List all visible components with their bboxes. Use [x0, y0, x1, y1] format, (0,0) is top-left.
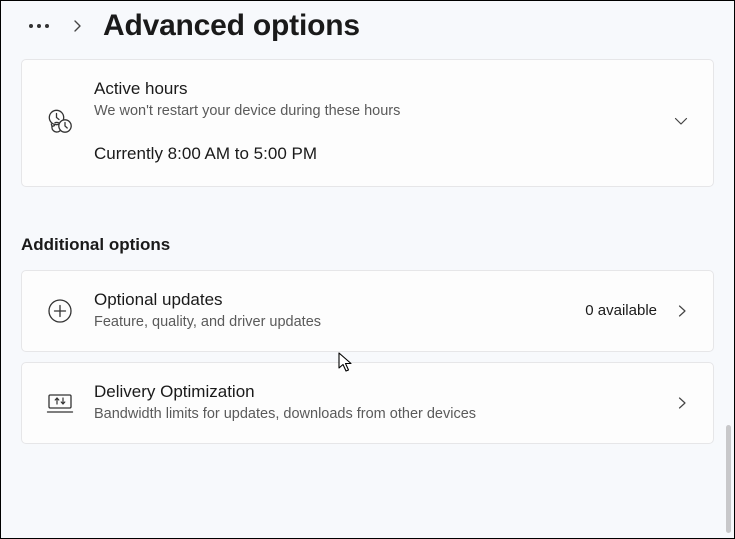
- page-title: Advanced options: [103, 9, 360, 43]
- active-hours-body: Active hours We won't restart your devic…: [94, 78, 653, 164]
- active-hours-title: Active hours: [94, 78, 653, 101]
- chevron-right-icon: [675, 396, 689, 410]
- delivery-optimization-subtitle: Bandwidth limits for updates, downloads …: [94, 404, 655, 425]
- plus-circle-icon: [46, 297, 74, 325]
- delivery-optimization-body: Delivery Optimization Bandwidth limits f…: [94, 381, 655, 425]
- more-options-icon[interactable]: [25, 20, 53, 32]
- delivery-optimization-card[interactable]: Delivery Optimization Bandwidth limits f…: [21, 362, 714, 444]
- page-header: Advanced options: [1, 1, 734, 59]
- optional-updates-title: Optional updates: [94, 289, 565, 312]
- breadcrumb-chevron-icon[interactable]: [71, 19, 85, 33]
- chevron-down-icon: [673, 113, 689, 129]
- delivery-optimization-icon: [46, 389, 74, 417]
- chevron-right-icon: [675, 304, 689, 318]
- delivery-optimization-title: Delivery Optimization: [94, 381, 655, 404]
- optional-updates-card[interactable]: Optional updates Feature, quality, and d…: [21, 270, 714, 352]
- active-hours-status: Currently 8:00 AM to 5:00 PM: [94, 144, 653, 164]
- scrollbar-thumb[interactable]: [726, 425, 731, 533]
- additional-options-heading: Additional options: [21, 235, 734, 255]
- optional-updates-subtitle: Feature, quality, and driver updates: [94, 312, 565, 333]
- optional-updates-body: Optional updates Feature, quality, and d…: [94, 289, 565, 333]
- active-hours-card[interactable]: Active hours We won't restart your devic…: [21, 59, 714, 187]
- active-hours-subtitle: We won't restart your device during thes…: [94, 101, 653, 122]
- optional-updates-count: 0 available: [585, 302, 657, 319]
- active-hours-icon: [46, 107, 74, 135]
